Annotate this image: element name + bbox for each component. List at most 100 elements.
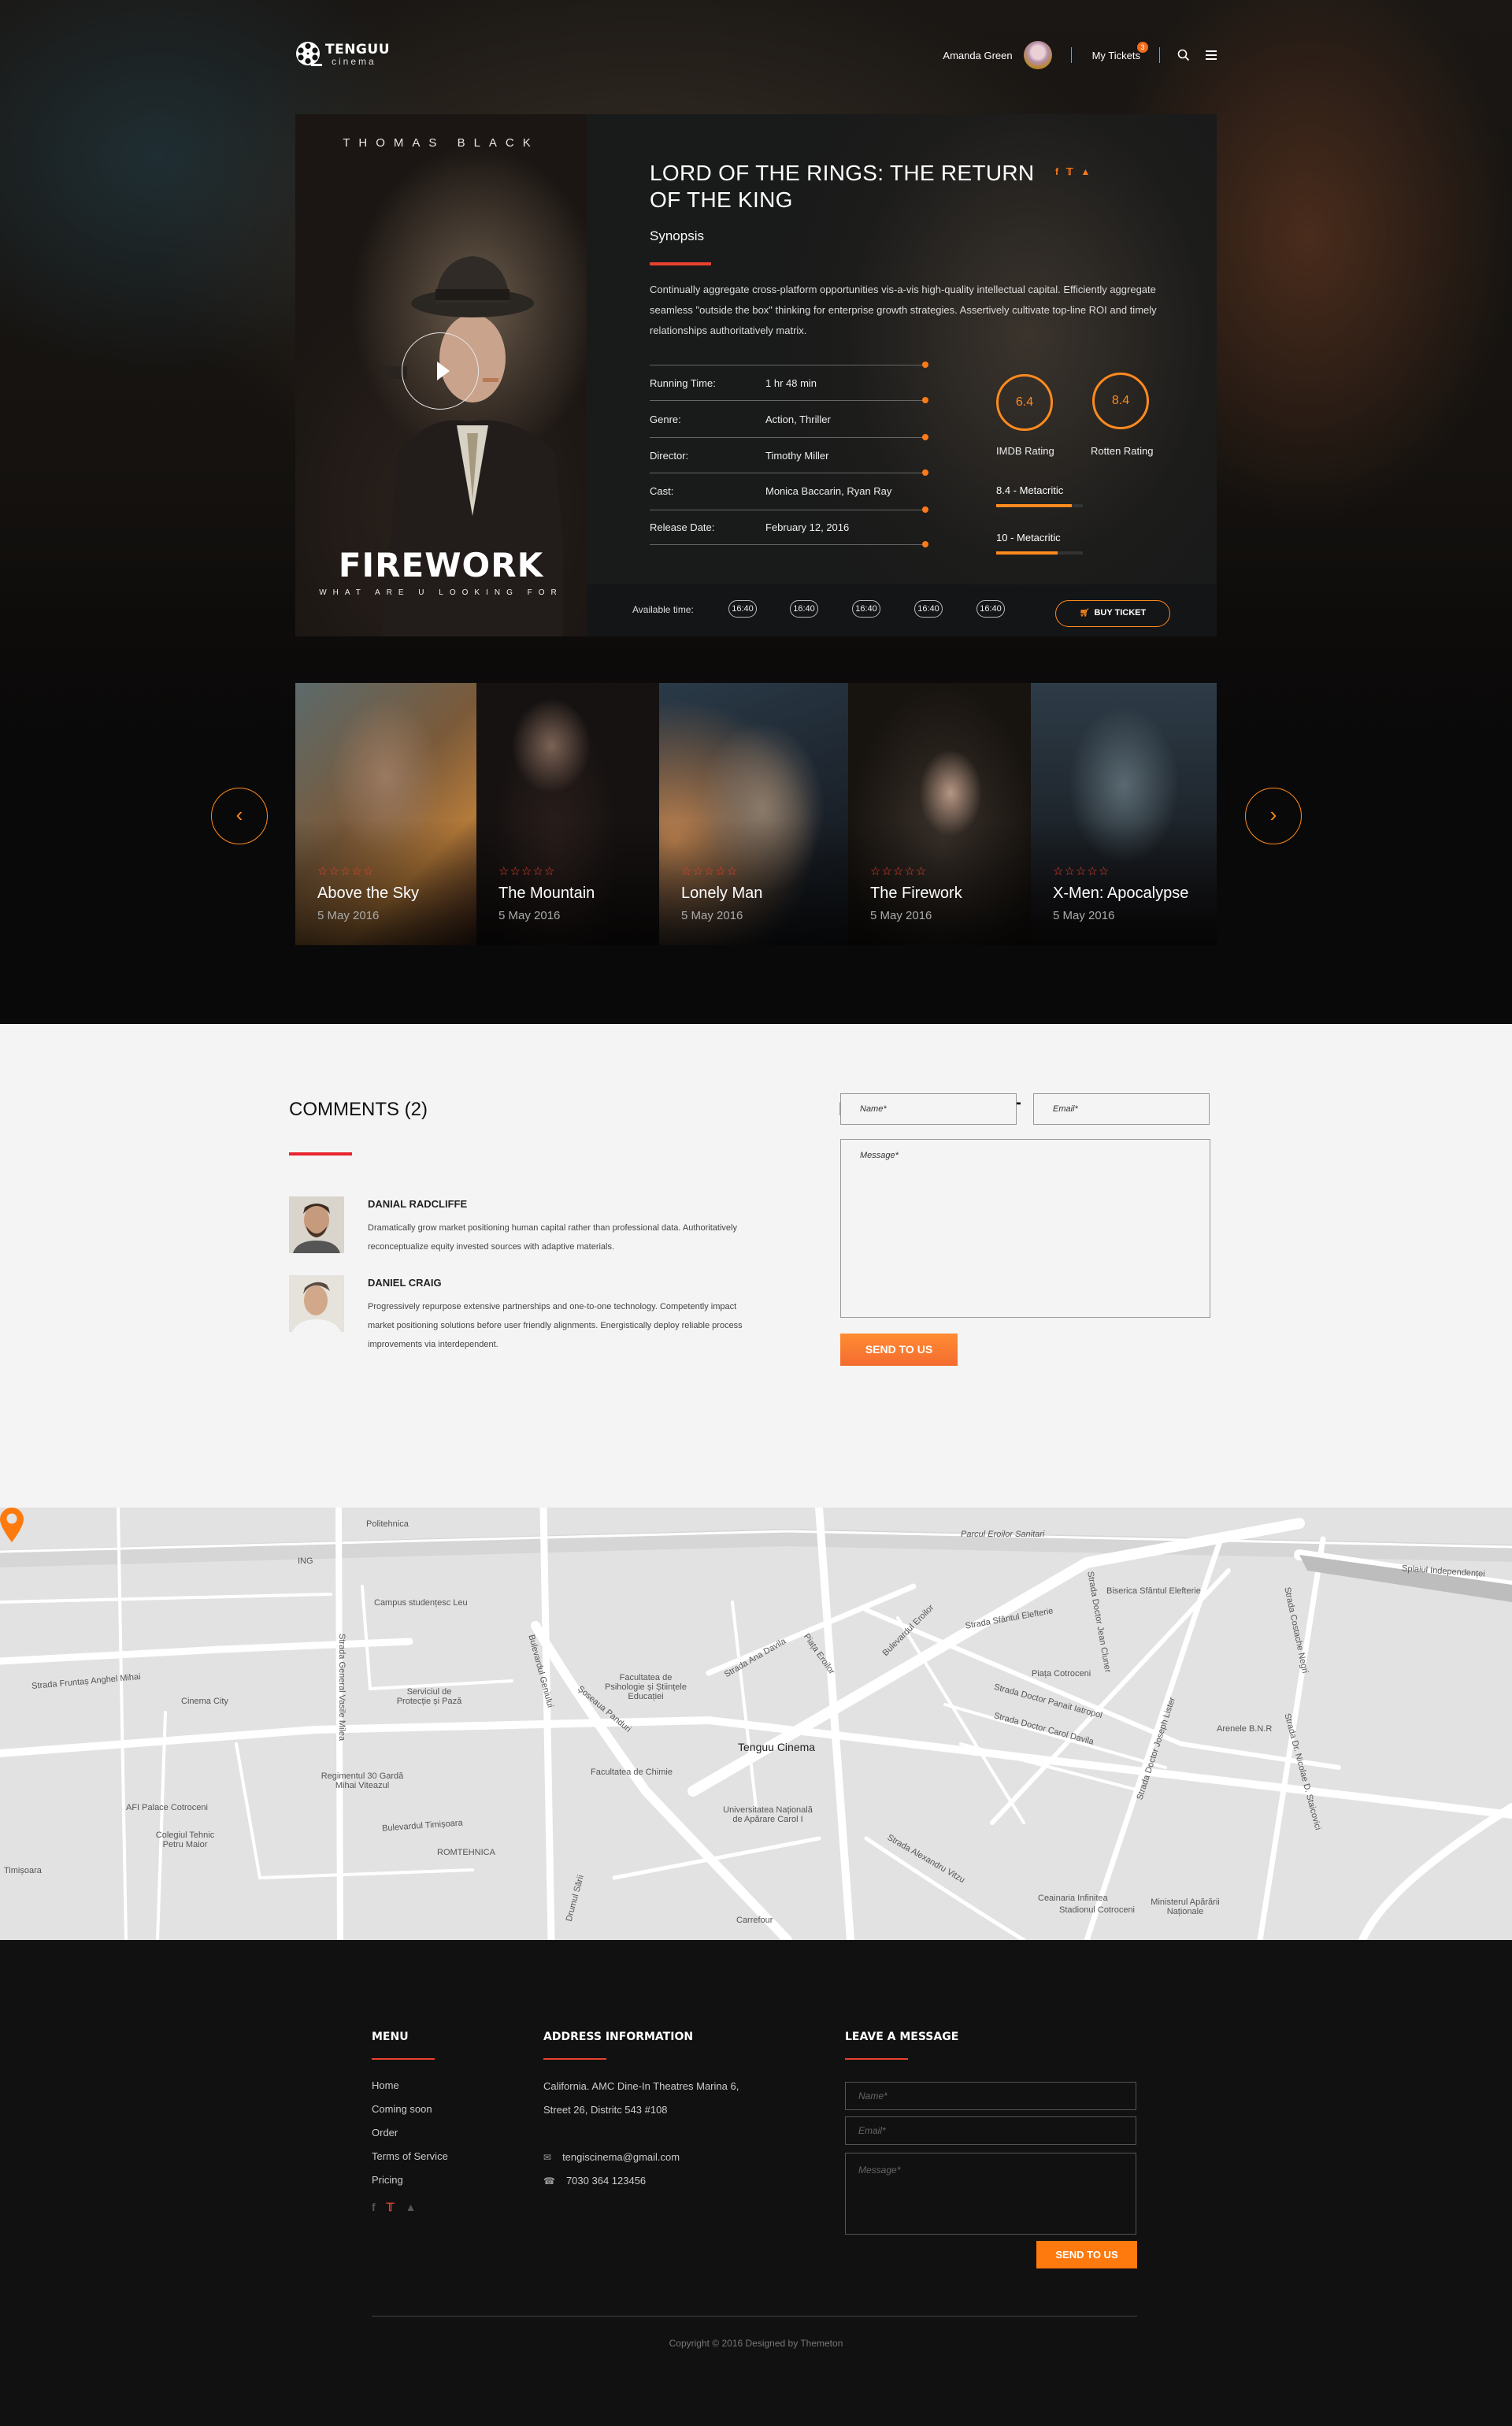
my-tickets-link[interactable]: My Tickets 3 [1091,41,1148,61]
facebook-icon[interactable]: f [372,2201,376,2214]
comment-name-input[interactable]: Name* [840,1093,1017,1125]
movie-card[interactable]: ☆ ☆ ☆ ☆ ☆ X-Men: Apocalypse 5 May 2016 [1031,683,1217,945]
star-icon: ☆ [339,865,351,878]
card-shade [1031,819,1217,945]
star-icon: ☆ [892,865,904,878]
twitter-icon[interactable]: 𝕋 [1066,166,1073,177]
tickets-count-badge: 3 [1137,41,1148,53]
fact-dot [922,362,928,368]
fact-dot [922,397,928,403]
envelope-icon: ✉ [543,2151,552,2163]
footer-link-pricing[interactable]: Pricing [372,2174,403,2186]
fact-label: Cast: [650,485,674,497]
card-shade [659,819,848,945]
map-label: Regimentul 30 Gardă Mihai Viteazul [321,1771,404,1790]
fact-label: Running Time: [650,377,716,389]
movie-card-date: 5 May 2016 [317,909,380,922]
share-icons: f 𝕋 ▲ [1055,166,1090,177]
buy-ticket-button[interactable]: 🛒︎ BUY TICKET [1055,600,1170,627]
movie-card[interactable]: ☆ ☆ ☆ ☆ ☆ Above the Sky 5 May 2016 [295,683,476,945]
star-icon: ☆ [904,865,915,878]
map-label: Carrefour [736,1916,773,1925]
carousel-next-button[interactable]: › [1245,788,1302,844]
showtime-button[interactable]: 16:40 [976,600,1005,618]
comment-message-textarea[interactable]: Message* [840,1139,1210,1318]
footer-link-coming-soon[interactable]: Coming soon [372,2103,432,2115]
star-rating: ☆ ☆ ☆ ☆ ☆ [870,866,926,877]
footer-menu-heading: MENU [372,2031,409,2043]
phone-icon: ☎ [543,2175,555,2187]
star-icon: ☆ [328,865,339,878]
footer-link-order[interactable]: Order [372,2127,398,2139]
map-label: Piața Cotroceni [1032,1669,1091,1679]
showtime-button[interactable]: 16:40 [790,600,818,618]
facebook-icon[interactable]: f [1055,166,1058,177]
map-label: Timișoara [4,1866,42,1875]
fact-value: February 12, 2016 [765,521,850,533]
showtime-button[interactable]: 16:40 [852,600,880,618]
location-map[interactable]: Politehnica ING Campus studențesc Leu St… [0,1508,1512,1940]
map-label: Ceainaria Infinitea [1038,1894,1108,1903]
commenter-name: DANIEL CRAIG [368,1277,442,1289]
showtime-button[interactable]: 16:40 [914,600,943,618]
star-icon: ☆ [510,865,521,878]
movie-card-date: 5 May 2016 [1053,909,1115,922]
carousel-prev-button[interactable]: ‹ [211,788,268,844]
fact-value: Timothy Miller [765,450,829,462]
footer-address-line: California. AMC Dine-In Theatres Marina … [543,2080,739,2092]
buy-ticket-label: BUY TICKET [1094,608,1147,618]
star-icon: ☆ [543,865,555,878]
commenter-name: DANIAL RADCLIFFE [368,1198,468,1210]
map-label: AFI Palace Cotroceni [126,1803,208,1812]
user-icon[interactable]: ▲ [406,2201,417,2214]
movie-card-title: The Firework [870,885,962,902]
movie-card[interactable]: ☆ ☆ ☆ ☆ ☆ The Firework 5 May 2016 [848,683,1031,945]
my-tickets-label: My Tickets [1091,49,1140,61]
footer-email-text: tengiscinema@gmail.com [562,2151,680,2163]
imdb-rating-label: IMDB Rating [996,445,1054,457]
map-label: Campus studențesc Leu [374,1598,468,1608]
user-name[interactable]: Amanda Green [943,50,1012,61]
play-trailer-button[interactable] [402,332,479,410]
map-label: Strada General Vasile Milea [337,1634,346,1742]
footer-name-input[interactable]: Name* [845,2082,1136,2110]
comment-email-input[interactable]: Email* [1033,1093,1210,1125]
send-comment-button[interactable]: SEND TO US [840,1334,958,1366]
footer-email[interactable]: ✉ tengiscinema@gmail.com [543,2151,680,2163]
available-time-label: Available time: [632,604,694,615]
footer-link-terms[interactable]: Terms of Service [372,2150,448,2162]
hamburger-menu-icon[interactable] [1206,50,1217,60]
footer-email-input[interactable]: Email* [845,2116,1136,2145]
fact-label: Director: [650,450,689,462]
map-label: Ministerul Apărării Naționale [1151,1897,1220,1916]
map-label: ING [298,1556,313,1566]
star-icon: ☆ [351,865,362,878]
search-icon[interactable] [1177,49,1190,61]
movie-card[interactable]: ☆ ☆ ☆ ☆ ☆ The Mountain 5 May 2016 [476,683,659,945]
user-avatar[interactable] [1023,41,1052,69]
movie-title: LORD OF THE RINGS: THE RETURN OF THE KIN… [650,161,1035,212]
star-icon: ☆ [521,865,532,878]
star-icon: ☆ [881,865,892,878]
user-icon[interactable]: ▲ [1081,166,1091,177]
card-shade [476,819,659,945]
footer-message-textarea[interactable]: Message* [845,2153,1136,2235]
poster-author: THOMAS BLACK [343,136,539,150]
footer-social-icons: f 𝕋 ▲ [372,2201,416,2214]
footer-link-home[interactable]: Home [372,2079,399,2091]
movie-info-panel: LORD OF THE RINGS: THE RETURN OF THE KIN… [587,114,1217,584]
logo[interactable]: TENGUU cinema [295,41,390,68]
metacritic-label: 10 - Metacritic [996,532,1061,543]
film-reel-icon [296,42,322,66]
synopsis-text: Continually aggregate cross-platform opp… [650,284,1157,336]
twitter-icon[interactable]: 𝕋 [387,2201,395,2214]
showtime-button[interactable]: 16:40 [728,600,757,618]
map-label: Colegiul Tehnic Petru Maior [155,1831,215,1849]
metacritic-track [996,551,1083,555]
movie-card[interactable]: ☆ ☆ ☆ ☆ ☆ Lonely Man 5 May 2016 [659,683,848,945]
map-marker-icon[interactable] [0,1508,24,1542]
star-icon: ☆ [1053,865,1064,878]
chevron-right-icon: › [1269,803,1277,826]
footer-send-button[interactable]: SEND TO US [1036,2241,1137,2268]
star-icon: ☆ [870,865,881,878]
